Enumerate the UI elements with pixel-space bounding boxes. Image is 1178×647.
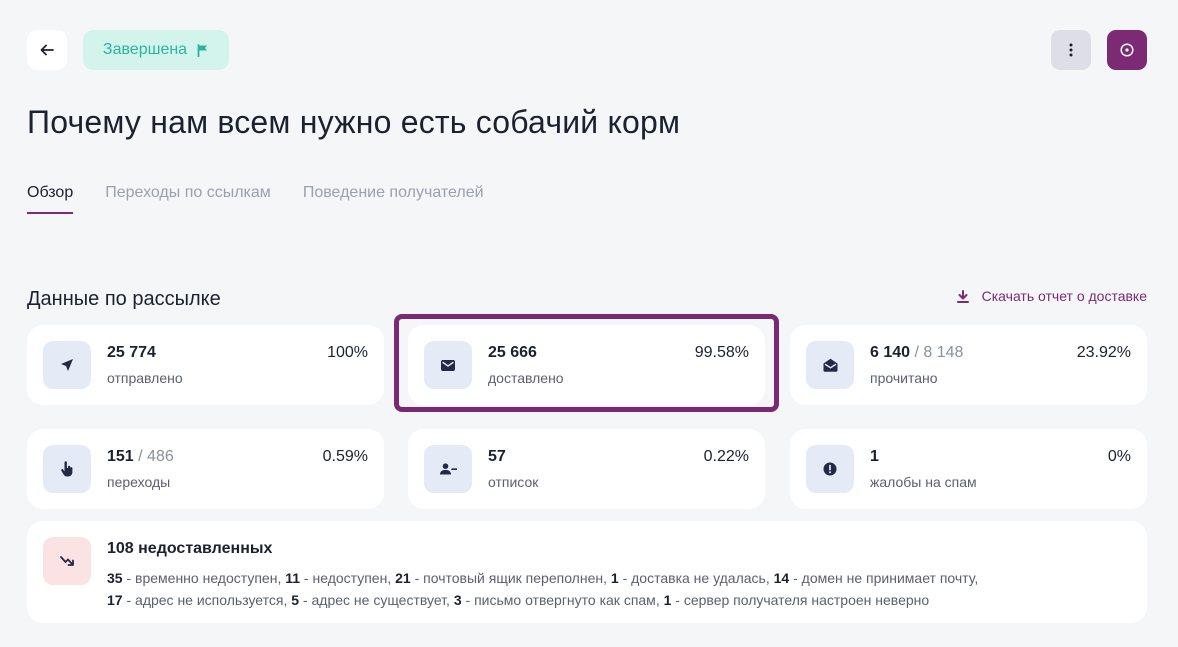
stat-label: переходы [107, 474, 171, 490]
reason-count: 14 [773, 570, 790, 586]
flag-icon [197, 43, 208, 57]
tab-recipient-behavior[interactable]: Поведение получателей [303, 184, 484, 214]
alert-icon [823, 462, 837, 476]
undelivered-title: 108 недоставленных [107, 540, 273, 557]
info-icon [1120, 43, 1134, 57]
stat-icon-box [806, 445, 854, 493]
stat-value-separator: / [133, 448, 148, 465]
reason-text: почтовый ящик переполнен [423, 570, 604, 586]
undelivered-icon-box [43, 537, 91, 585]
stat-icon-box [806, 341, 854, 389]
stat-value: 151 / 486 [107, 448, 174, 466]
status-label: Завершена [102, 41, 188, 58]
stat-value: 1 [870, 448, 879, 465]
more-vertical-icon [1069, 43, 1073, 57]
stat-card-delivered: 25 666 доставлено 99.58% [408, 325, 765, 405]
stat-label: отправлено [107, 370, 183, 386]
stat-card-unsubscribes: 57 отписок 0.22% [408, 429, 765, 509]
reason-text: домен не принимает почту [801, 570, 975, 586]
stat-card-spam: 1 жалобы на спам 0% [790, 429, 1147, 509]
stat-value-total: 486 [147, 448, 174, 465]
stat-percent: 23.92% [1076, 344, 1131, 361]
undelivered-card: 108 недоставленных 35 - временно недосту… [27, 521, 1147, 623]
stat-card-read: 6 140 / 8 148 прочитано 23.92% [790, 325, 1147, 405]
stat-icon-box [424, 445, 472, 493]
more-menu-button[interactable] [1051, 30, 1091, 70]
mailing-report-page: Завершена Почему нам всем нужно есть соб… [0, 0, 1178, 647]
reason-count: 1 [663, 592, 672, 608]
stat-value: 6 140 / 8 148 [870, 344, 963, 362]
download-report-label: Скачать отчет о доставке [981, 288, 1147, 304]
section-title: Данные по рассылке [27, 288, 221, 310]
info-button[interactable] [1107, 30, 1147, 70]
reason-count: 17 [107, 592, 123, 608]
stat-value-count: 151 [107, 448, 134, 465]
undelivered-details: 35 - временно недоступен, 11 - недоступе… [107, 570, 979, 608]
stat-percent: 0.59% [322, 448, 368, 465]
stat-icon-box [43, 341, 91, 389]
tab-link-clicks[interactable]: Переходы по ссылкам [105, 184, 271, 214]
reason-text: временно недоступен [135, 570, 278, 586]
stat-card-clicks: 151 / 486 переходы 0.59% [27, 429, 384, 509]
reason-count: 3 [453, 592, 462, 608]
reason-text: адрес не существует [311, 592, 447, 608]
send-icon [61, 359, 73, 371]
reason-text: доставка не удалась [631, 570, 766, 586]
stat-label: доставлено [488, 370, 564, 386]
reason-text: недоступен [312, 570, 388, 586]
pointer-hand-icon [61, 461, 73, 477]
stat-label: жалобы на спам [870, 474, 977, 490]
stat-label: отписок [488, 474, 539, 490]
download-icon [956, 289, 969, 303]
stat-value: 25 666 [488, 344, 537, 361]
arrow-left-icon [40, 44, 54, 56]
status-badge: Завершена [83, 30, 229, 70]
stat-value-total: 8 148 [923, 344, 964, 361]
download-report-link[interactable]: Скачать отчет о доставке [956, 288, 1147, 304]
open-envelope-icon [823, 358, 837, 372]
stat-icon-box [424, 341, 472, 389]
page-title: Почему нам всем нужно есть собачий корм [27, 104, 681, 140]
reason-count: 1 [610, 570, 619, 586]
reason-count: 5 [291, 592, 300, 608]
stat-value-count: 6 140 [870, 344, 911, 361]
stat-value: 25 774 [107, 344, 156, 361]
stat-percent: 99.58% [694, 344, 749, 361]
back-button[interactable] [27, 30, 67, 70]
envelope-icon [441, 359, 455, 371]
stat-icon-box [43, 445, 91, 493]
tab-overview[interactable]: Обзор [27, 184, 74, 214]
reason-count: 35 [107, 570, 123, 586]
stat-value-separator: / [910, 344, 924, 361]
reason-text: письмо отвергнуто как спам [474, 592, 656, 608]
stat-value: 57 [488, 448, 506, 465]
stat-percent: 100% [327, 344, 368, 361]
user-minus-icon [439, 463, 457, 475]
stat-label: прочитано [870, 370, 938, 386]
stat-percent: 0% [1107, 448, 1131, 465]
stat-percent: 0.22% [703, 448, 749, 465]
reason-count: 21 [395, 570, 411, 586]
tab-bar: Обзор Переходы по ссылкам Поведение полу… [27, 184, 484, 214]
trend-down-icon [60, 556, 74, 566]
reason-count: 11 [285, 570, 301, 586]
reason-text: адрес не используется [135, 592, 284, 608]
reason-text: сервер получателя настроен неверно [683, 592, 930, 608]
stat-card-sent: 25 774 отправлено 100% [27, 325, 384, 405]
